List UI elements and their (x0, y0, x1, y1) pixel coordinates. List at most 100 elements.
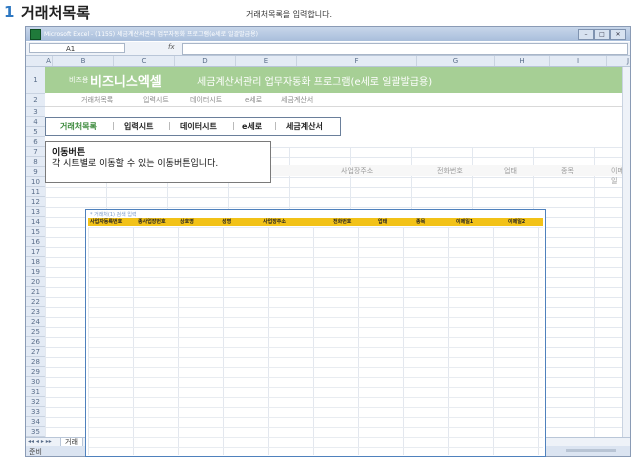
column-header[interactable]: J (607, 56, 630, 66)
step-number: 1 (4, 3, 15, 21)
nav-button-customers[interactable]: 거래처목록 (60, 121, 97, 132)
brand-name: 비즈니스엑셀 (90, 75, 162, 90)
column-header[interactable]: B (53, 56, 114, 66)
column-header[interactable]: H (495, 56, 550, 66)
dialog-column-header: 전화번호 (333, 219, 352, 225)
row-header[interactable]: 24 (26, 317, 45, 327)
minimize-button[interactable]: – (578, 29, 594, 40)
row-header[interactable]: 34 (26, 417, 45, 427)
row-header[interactable]: 12 (26, 197, 45, 207)
excel-app-icon (30, 29, 41, 40)
nav-button-data[interactable]: 데이터시트 (180, 121, 217, 132)
row-header[interactable]: 2 (26, 94, 45, 107)
row-header[interactable]: 33 (26, 407, 45, 417)
row-header[interactable]: 1 (26, 67, 45, 94)
row-header[interactable]: 26 (26, 337, 45, 347)
subnav-item-data[interactable]: 데이터시트 (190, 95, 222, 105)
close-button[interactable]: ✕ (610, 29, 626, 40)
row-header[interactable]: 21 (26, 287, 45, 297)
nav-separator: | (232, 121, 235, 130)
row-header[interactable]: 28 (26, 357, 45, 367)
dialog-caption: * 거래처(1) 검색 입력 (90, 212, 137, 218)
dialog-column-header: 상호명 (180, 219, 194, 225)
row-header[interactable]: 18 (26, 257, 45, 267)
subnav-item-input[interactable]: 입력시트 (143, 95, 169, 105)
tooltip-body: 각 시트별로 이동할 수 있는 이동버튼입니다. (52, 159, 219, 169)
row-header[interactable]: 6 (26, 137, 45, 147)
dialog-column-header: 이메일2 (508, 219, 526, 225)
sheet-nav-arrows[interactable]: ◂◂ ◂ ▸ ▸▸ (28, 438, 52, 445)
edition-label: 비즈용 (69, 76, 89, 84)
nav-button-box: 거래처목록 | 입력시트 | 데이터시트 | e세로 | 세금계산서 (45, 117, 341, 136)
column-header[interactable]: G (417, 56, 495, 66)
formula-input[interactable] (182, 43, 628, 55)
row-header[interactable]: 23 (26, 307, 45, 317)
row-header[interactable]: 19 (26, 267, 45, 277)
nav-separator: | (112, 121, 115, 130)
row-header[interactable]: 25 (26, 327, 45, 337)
dialog-table-header: 사업자등록번호 종사업장번호 상호명 성명 사업장주소 전화번호 업태 종목 이메일1 이메일2 (88, 218, 543, 226)
nav-button-invoice[interactable]: 세금계산서 (286, 121, 323, 132)
row-header[interactable]: 32 (26, 397, 45, 407)
subnav-item-customers[interactable]: 거래처목록 (81, 95, 113, 105)
row-header[interactable]: 3 (26, 107, 45, 117)
header-item: 종목 (561, 167, 574, 175)
row-header[interactable]: 17 (26, 247, 45, 257)
row-header[interactable]: 14 (26, 217, 45, 227)
nav-separator: | (274, 121, 277, 130)
subnav-item-invoice[interactable]: 세금계산서 (281, 95, 313, 105)
maximize-button[interactable]: □ (594, 29, 610, 40)
sheet-subnav: 거래처목록 입력시트 데이터시트 e세로 세금계산서 (45, 94, 630, 107)
row-header[interactable]: 35 (26, 427, 45, 437)
dialog-column-header: 사업자등록번호 (90, 219, 123, 225)
row-header[interactable]: 4 (26, 117, 45, 127)
row-header[interactable]: 31 (26, 387, 45, 397)
row-header[interactable]: 10 (26, 177, 45, 187)
dialog-column-header: 이메일1 (456, 219, 474, 225)
dialog-column-header: 성명 (222, 219, 232, 225)
nav-button-input[interactable]: 입력시트 (124, 121, 153, 132)
header-phone: 전화번호 (437, 167, 463, 175)
program-title: 세금계산서관리 업무자동화 프로그램(e세로 일괄발급용) (197, 77, 433, 88)
excel-title-bar[interactable]: Microsoft Excel - (1155) 세금계산서관리 업무자동화 프… (26, 27, 630, 41)
row-header[interactable]: 11 (26, 187, 45, 197)
column-header[interactable]: F (297, 56, 417, 66)
header-address: 사업장주소 (341, 167, 374, 175)
vertical-scrollbar[interactable] (622, 67, 630, 437)
row-header[interactable]: 22 (26, 297, 45, 307)
dialog-column-header: 종사업장번호 (138, 219, 166, 225)
dialog-table-body[interactable] (88, 227, 543, 455)
row-header[interactable]: 8 (26, 157, 45, 167)
page-title: 거래처목록 (21, 4, 91, 22)
column-header[interactable]: A (45, 56, 53, 66)
nav-separator: | (168, 121, 171, 130)
row-header[interactable]: 27 (26, 347, 45, 357)
dialog-column-header: 종목 (416, 219, 426, 225)
column-header[interactable]: I (550, 56, 607, 66)
subnav-item-esero[interactable]: e세로 (245, 95, 262, 105)
zoom-slider[interactable] (566, 449, 616, 452)
row-header[interactable]: 16 (26, 237, 45, 247)
fx-icon[interactable]: fx (168, 43, 175, 51)
row-header[interactable]: 29 (26, 367, 45, 377)
header-business-type: 업태 (504, 167, 517, 175)
row-header[interactable]: 20 (26, 277, 45, 287)
row-header[interactable]: 13 (26, 207, 45, 217)
nav-tooltip: 이동버튼 각 시트별로 이동할 수 있는 이동버튼입니다. (45, 141, 271, 183)
column-header[interactable]: E (236, 56, 297, 66)
row-header[interactable]: 15 (26, 227, 45, 237)
name-box[interactable]: A1 (29, 43, 125, 53)
row-header[interactable]: 5 (26, 127, 45, 137)
column-header[interactable]: D (175, 56, 236, 66)
dialog-column-header: 사업장주소 (263, 219, 287, 225)
program-banner: 비즈용 비즈니스엑셀 세금계산서관리 업무자동화 프로그램(e세로 일괄발급용) (45, 67, 630, 93)
row-header[interactable]: 9 (26, 167, 45, 177)
row-header[interactable]: 7 (26, 147, 45, 157)
nav-button-esero[interactable]: e세로 (242, 121, 262, 132)
row-header[interactable]: 30 (26, 377, 45, 387)
formula-bar: A1 fx (26, 42, 630, 56)
column-header[interactable]: C (114, 56, 175, 66)
dialog-column-header: 업태 (378, 219, 388, 225)
column-headers: ABCDEFGHIJ (26, 56, 630, 67)
window-title: Microsoft Excel - (1155) 세금계산서관리 업무자동화 프… (44, 31, 258, 38)
